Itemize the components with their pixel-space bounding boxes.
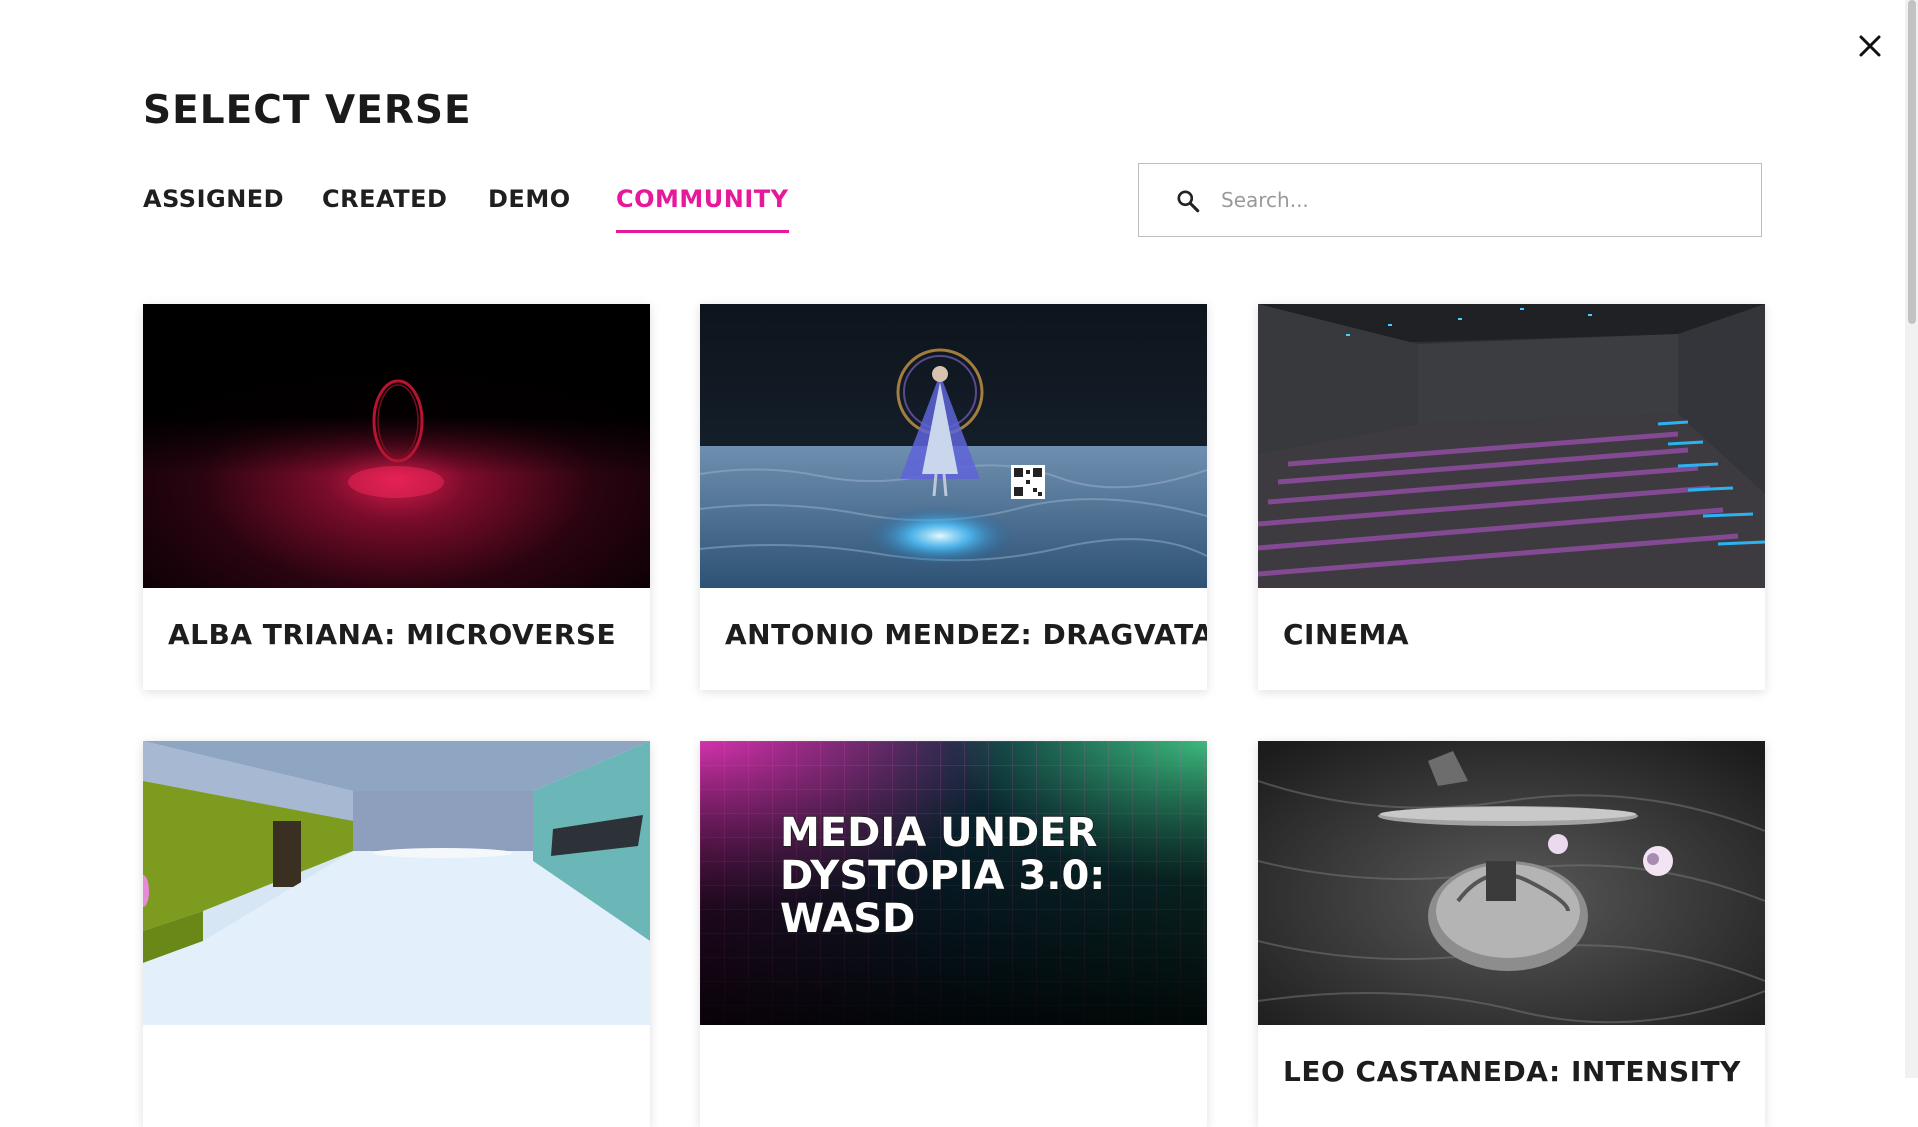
verse-thumbnail: MEDIA UNDER DYSTOPIA 3.0: WASD xyxy=(700,741,1207,1025)
thumbnail-text-line-1: MEDIA UNDER xyxy=(780,810,1097,856)
search-icon xyxy=(1177,190,1200,213)
verse-card-leo-castaneda-intensity[interactable]: LEO CASTANEDA: INTENSITY xyxy=(1258,741,1765,1127)
verse-title: LEO CASTANEDA: INTENSITY xyxy=(1283,1055,1741,1088)
verse-title: CINEMA xyxy=(1283,618,1410,651)
verse-thumbnail xyxy=(1258,741,1765,1025)
search-box[interactable] xyxy=(1138,163,1762,237)
tab-assigned[interactable]: ASSIGNED xyxy=(143,185,284,230)
search-input[interactable] xyxy=(1221,164,1741,236)
verse-thumbnail xyxy=(1258,304,1765,588)
verse-thumbnail xyxy=(143,741,650,1025)
verse-thumbnail xyxy=(700,304,1207,588)
verse-card-cinema[interactable]: CINEMA xyxy=(1258,304,1765,690)
scrollbar[interactable] xyxy=(1905,0,1918,1078)
thumbnail-text-line-2: DYSTOPIA 3.0: xyxy=(780,853,1105,899)
verse-card-media-under-dystopia[interactable]: MEDIA UNDER DYSTOPIA 3.0: WASD xyxy=(700,741,1207,1127)
close-icon xyxy=(1859,35,1881,57)
tab-community[interactable]: COMMUNITY xyxy=(616,185,789,233)
close-button[interactable] xyxy=(1852,28,1888,64)
verse-card-antonio-mendez-dragvatar[interactable]: ANTONIO MENDEZ: DRAGVATAR xyxy=(700,304,1207,690)
page-title: SELECT VERSE xyxy=(143,88,472,133)
verse-card-gallery-room[interactable] xyxy=(143,741,650,1127)
thumbnail-text-line-3: WASD xyxy=(780,896,915,942)
verse-card-alba-triana-microverse[interactable]: ALBA TRIANA: MICROVERSE xyxy=(143,304,650,690)
verse-title: ANTONIO MENDEZ: DRAGVATAR xyxy=(725,618,1207,651)
tab-created[interactable]: CREATED xyxy=(322,185,447,230)
tab-demo[interactable]: DEMO xyxy=(488,185,571,230)
scrollbar-thumb[interactable] xyxy=(1908,0,1916,324)
verse-title: ALBA TRIANA: MICROVERSE xyxy=(168,618,617,651)
verse-thumbnail xyxy=(143,304,650,588)
